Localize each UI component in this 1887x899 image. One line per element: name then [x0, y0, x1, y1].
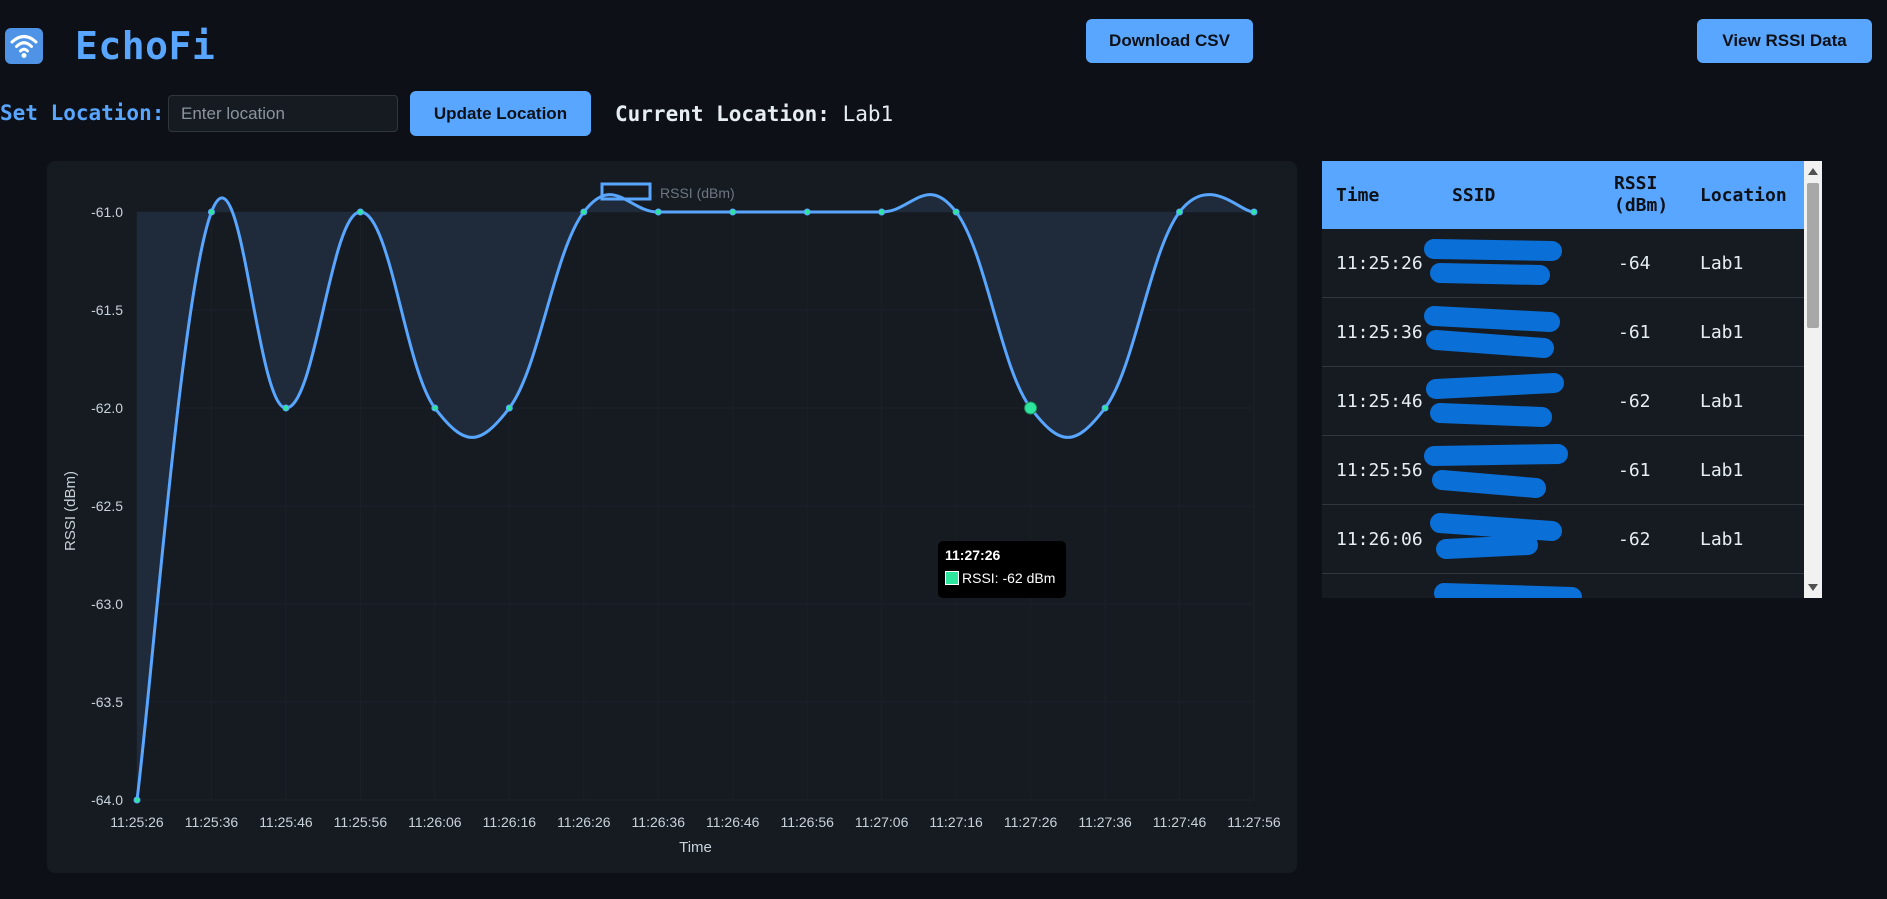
table-row[interactable]: 11:25:36 -61 Lab1: [1322, 298, 1804, 367]
data-point: [1024, 401, 1038, 415]
x-tick-label: 11:26:36: [632, 814, 686, 830]
data-point: [133, 796, 141, 804]
x-tick-label: 11:25:26: [110, 814, 164, 830]
x-tick-label: 11:27:56: [1227, 814, 1281, 830]
data-point: [1250, 208, 1258, 216]
data-point: [952, 208, 960, 216]
x-tick-label: 11:27:46: [1153, 814, 1207, 830]
data-point: [356, 208, 364, 216]
table-row[interactable]: 11:25:26 -64 Lab1: [1322, 229, 1804, 298]
x-tick-label: 11:26:06: [408, 814, 462, 830]
data-point: [1176, 208, 1184, 216]
ssid-redaction: [1424, 306, 1560, 358]
cell-rssi: -61: [1618, 460, 1651, 481]
y-tick-label: -61.0: [91, 204, 123, 220]
cell-rssi: -62: [1618, 529, 1651, 550]
x-tick-label: 11:27:36: [1078, 814, 1132, 830]
x-tick-label: 11:27:06: [855, 814, 909, 830]
location-input[interactable]: [168, 95, 398, 132]
ssid-redaction: [1430, 513, 1562, 559]
x-tick-label: 11:25:36: [185, 814, 239, 830]
y-tick-label: -64.0: [91, 792, 123, 808]
update-location-button[interactable]: Update Location: [410, 91, 591, 136]
cell-location: Lab1: [1700, 253, 1744, 274]
data-point: [729, 208, 737, 216]
data-point: [878, 208, 886, 216]
data-point: [580, 208, 588, 216]
tooltip-title: 11:27:26: [945, 547, 1001, 563]
x-tick-label: 11:25:56: [334, 814, 388, 830]
data-point: [282, 404, 290, 412]
data-point: [431, 404, 439, 412]
x-tick-label: 11:25:46: [259, 814, 313, 830]
cell-rssi: -61: [1618, 322, 1651, 343]
scroll-up-icon[interactable]: [1807, 165, 1819, 177]
header-time: Time: [1336, 185, 1380, 206]
y-tick-label: -62.5: [91, 498, 123, 514]
cell-location: Lab1: [1700, 460, 1744, 481]
data-point: [654, 208, 662, 216]
table-row[interactable]: 11:26:06 -62 Lab1: [1322, 505, 1804, 574]
tooltip-label: RSSI: -62 dBm: [962, 570, 1056, 586]
x-tick-label: 11:26:16: [483, 814, 537, 830]
x-tick-label: 11:27:16: [929, 814, 983, 830]
app-logo: EchoFi: [5, 24, 215, 68]
current-location-label: Current Location:: [615, 102, 830, 126]
cell-rssi: -64: [1618, 253, 1651, 274]
series-fill-area: [137, 194, 1254, 801]
header-ssid: SSID: [1452, 185, 1496, 206]
header-location: Location: [1700, 185, 1787, 206]
ssid-redaction: [1424, 444, 1568, 498]
y-axis-title: RSSI (dBm): [62, 471, 79, 551]
current-location-value: Lab1: [842, 102, 894, 126]
view-rssi-data-button[interactable]: View RSSI Data: [1697, 19, 1872, 63]
x-tick-label: 11:26:26: [557, 814, 611, 830]
rssi-chart-svg: -61.0 -61.5 -62.0 -62.5 -63.0 -63.5 -64.0 11:25…: [62, 182, 1281, 856]
x-tick-label: 11:27:26: [1004, 814, 1058, 830]
cell-location: Lab1: [1700, 529, 1744, 550]
chart-tooltip: 11:27:26 RSSI: -62 dBm: [938, 541, 1066, 598]
y-tick-label: -61.5: [91, 302, 123, 318]
scroll-thumb[interactable]: [1807, 183, 1819, 328]
app-title: EchoFi: [75, 24, 216, 68]
table-scrollbar[interactable]: [1804, 161, 1822, 598]
set-location-label: Set Location:: [0, 101, 165, 125]
tooltip-swatch: [945, 571, 959, 585]
cell-location: Lab1: [1700, 322, 1744, 343]
ssid-redaction: [1426, 373, 1564, 427]
data-point: [1101, 404, 1109, 412]
rssi-table[interactable]: Time SSID RSSI (dBm) Location 11:25:26 -6…: [1322, 161, 1822, 598]
header-rssi: RSSI (dBm): [1614, 173, 1669, 216]
current-location: Current Location: Lab1: [615, 102, 893, 126]
cell-location: Lab1: [1700, 391, 1744, 412]
y-tick-label: -63.5: [91, 694, 123, 710]
x-axis-title: Time: [679, 839, 712, 856]
data-point: [505, 404, 513, 412]
ssid-redaction: [1424, 239, 1562, 285]
download-csv-button[interactable]: Download CSV: [1086, 19, 1253, 63]
table-header: Time SSID RSSI (dBm) Location: [1322, 161, 1804, 229]
data-point: [803, 208, 811, 216]
x-tick-label: 11:26:56: [780, 814, 834, 830]
cell-rssi: -62: [1618, 391, 1651, 412]
data-point: [207, 208, 215, 216]
x-tick-label: 11:26:46: [706, 814, 760, 830]
legend-label: RSSI (dBm): [660, 185, 735, 201]
table-row[interactable]: 11:25:56 -61 Lab1: [1322, 436, 1804, 505]
y-tick-label: -63.0: [91, 596, 123, 612]
rssi-chart[interactable]: -61.0 -61.5 -62.0 -62.5 -63.0 -63.5 -64.0 11:25…: [47, 161, 1297, 873]
table-row[interactable]: 11:25:46 -62 Lab1: [1322, 367, 1804, 436]
scroll-down-icon[interactable]: [1807, 582, 1819, 594]
wifi-icon: [5, 28, 43, 64]
redaction-mark: [1434, 583, 1582, 598]
y-tick-label: -62.0: [91, 400, 123, 416]
